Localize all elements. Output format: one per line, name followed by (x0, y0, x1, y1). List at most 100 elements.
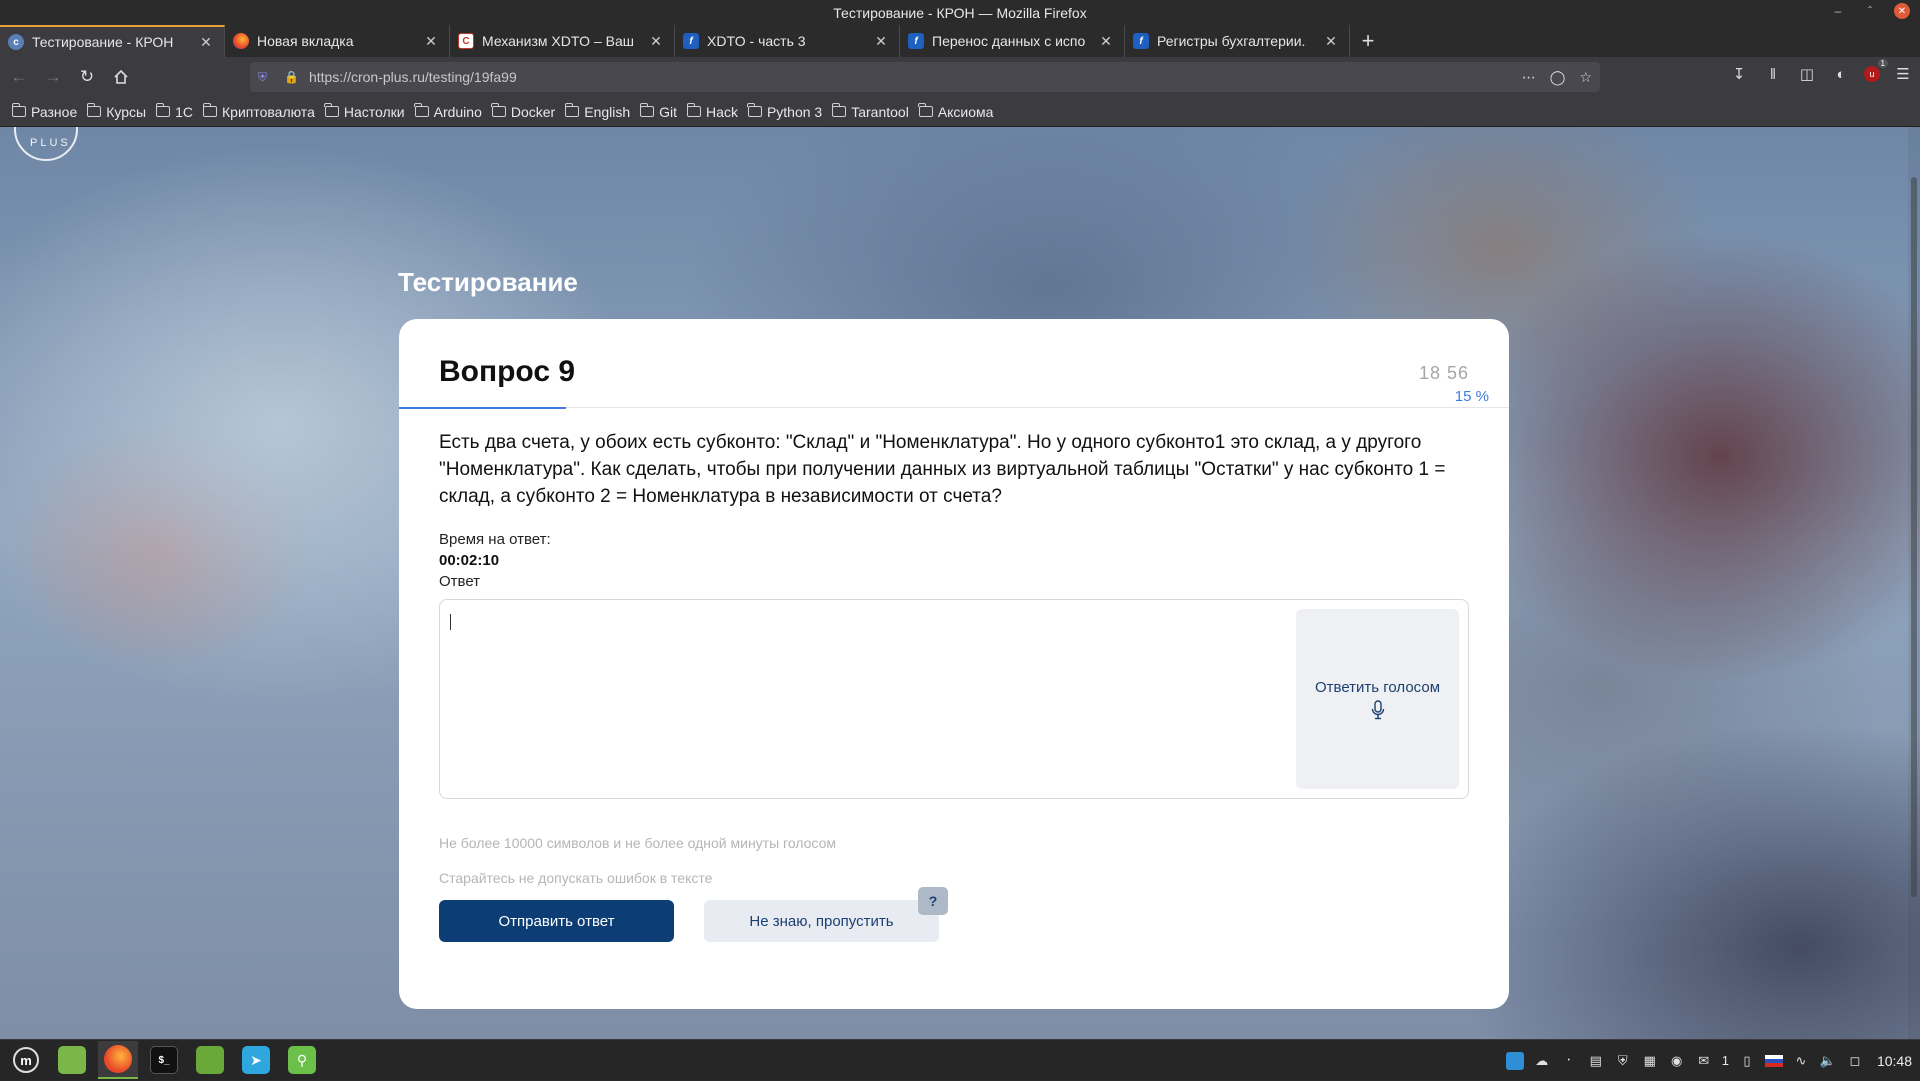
answer-textarea[interactable] (450, 608, 1290, 788)
bookmark-folder[interactable]: Docker (490, 103, 561, 120)
mint-menu-button[interactable]: m (6, 1041, 46, 1079)
update-manager-icon[interactable] (1505, 1051, 1524, 1070)
tab-label: Механизм XDTO – Ваш (482, 33, 634, 49)
spelling-hint: Старайтесь не допускать ошибок в тексте (439, 870, 713, 886)
tab-xdto-mechanism[interactable]: C Механизм XDTO – Ваш ✕ (450, 25, 675, 57)
tracking-shield-icon[interactable]: ⛨ (258, 70, 272, 84)
close-window-icon[interactable]: ✕ (1894, 3, 1910, 19)
menu-icon[interactable]: ☰ (1892, 63, 1914, 85)
pocket-icon[interactable]: ◯ (1550, 69, 1566, 86)
tab-accounting-registers[interactable]: f Регистры бухгалтерии. ✕ (1125, 25, 1350, 57)
navigation-toolbar: ← → ↻ ⛨ 🔒 https://cron-plus.ru/testing/1… (0, 57, 1920, 97)
forward-button[interactable]: → (38, 62, 68, 92)
extension-icon[interactable]: ◐ (1830, 63, 1852, 85)
skip-question-button[interactable]: Не знаю, пропустить (704, 900, 939, 942)
bookmark-folder[interactable]: Arduino (413, 103, 488, 120)
bookmark-label: Arduino (433, 103, 482, 120)
home-button[interactable] (106, 62, 136, 92)
clipboard-icon[interactable]: ▤ (1587, 1052, 1605, 1070)
bookmark-folder[interactable]: Python 3 (746, 103, 828, 120)
bookmark-folder[interactable]: 1С (154, 103, 199, 120)
close-tab-icon[interactable]: ✕ (1098, 33, 1114, 50)
url-text[interactable]: https://cron-plus.ru/testing/19fa99 (309, 69, 1508, 85)
system-taskbar: m $_ ➤ ⚲ ☁ ᛫ ▤ ⛨ ▦ ◉ ✉ 1 ▯ ∿ 🔈 ◻ 10:48 (0, 1039, 1920, 1080)
reload-button[interactable]: ↻ (72, 62, 102, 92)
kron-icon: c (8, 34, 24, 50)
library-icon[interactable]: ‖ (1762, 63, 1784, 85)
question-card: Вопрос 9 18 56 15 % Есть два счета, у об… (399, 319, 1509, 1009)
close-tab-icon[interactable]: ✕ (198, 34, 214, 51)
maximize-icon[interactable]: ˆ (1862, 3, 1878, 19)
sidebar-icon[interactable]: ◫ (1796, 63, 1818, 85)
bookmark-label: Аксиома (937, 103, 994, 120)
battery-icon[interactable]: ▯ (1738, 1052, 1756, 1070)
tab-strip: c Тестирование - КРОН ✕ Новая вкладка ✕ … (0, 25, 1920, 57)
microphone-icon (1371, 699, 1384, 719)
bluetooth-icon[interactable]: ᛫ (1560, 1052, 1578, 1070)
new-tab-button[interactable]: + (1350, 25, 1386, 57)
bookmark-folder[interactable]: Настолки (323, 103, 411, 120)
bookmark-label: Криптовалюта (222, 103, 315, 120)
keyboard-layout-flag-icon[interactable] (1764, 1054, 1783, 1067)
close-tab-icon[interactable]: ✕ (423, 33, 439, 50)
taskbar-telegram[interactable]: ➤ (236, 1041, 276, 1079)
bookmark-folder[interactable]: Криптовалюта (201, 103, 321, 120)
scrollbar-thumb[interactable] (1911, 177, 1917, 897)
tab-testing-kron[interactable]: c Тестирование - КРОН ✕ (0, 25, 225, 57)
help-button[interactable]: ? (918, 887, 948, 915)
taskbar-firefox[interactable] (98, 1041, 138, 1079)
firefox-icon (104, 1045, 132, 1073)
bookmark-folder[interactable]: Tarantool (830, 103, 915, 120)
taskbar-files[interactable] (52, 1041, 92, 1079)
bookmark-star-icon[interactable]: ☆ (1579, 69, 1592, 86)
page-scrollbar[interactable] (1908, 127, 1920, 1039)
bookmark-folder[interactable]: Git (638, 103, 683, 120)
arrow-right-icon: → (44, 67, 62, 86)
bookmark-folder[interactable]: Hack (685, 103, 744, 120)
voice-answer-button[interactable]: Ответить голосом (1296, 609, 1459, 789)
tab-new-tab[interactable]: Новая вкладка ✕ (225, 25, 450, 57)
back-button[interactable]: ← (4, 62, 34, 92)
bookmark-folder[interactable]: Курсы (85, 103, 152, 120)
ublock-icon[interactable]: u1 (1864, 59, 1888, 82)
downloads-icon[interactable]: ↧ (1728, 63, 1750, 85)
lock-icon[interactable]: 🔒 (284, 70, 299, 84)
volume-icon[interactable]: 🔈 (1819, 1052, 1837, 1070)
wifi-icon[interactable]: ∿ (1792, 1052, 1810, 1070)
notifications-icon[interactable]: ✉ (1695, 1052, 1713, 1070)
cloud-icon[interactable]: ☁ (1533, 1052, 1551, 1070)
submit-answer-button[interactable]: Отправить ответ (439, 900, 674, 942)
time-remaining: 18 56 (1418, 363, 1469, 383)
close-tab-icon[interactable]: ✕ (648, 33, 664, 50)
taskbar-keepass[interactable]: ⚲ (282, 1041, 322, 1079)
shield-icon[interactable]: ⛨ (1614, 1052, 1632, 1070)
address-bar[interactable]: ⛨ 🔒 https://cron-plus.ru/testing/19fa99 … (250, 62, 1600, 92)
power-icon[interactable]: ◻ (1846, 1052, 1864, 1070)
minimize-icon[interactable]: – (1830, 3, 1846, 19)
vpn-icon[interactable]: ▦ (1641, 1052, 1659, 1070)
folder-icon (11, 103, 26, 117)
bookmark-folder[interactable]: English (563, 103, 636, 120)
folder-icon (918, 103, 933, 117)
page-actions-icon[interactable]: ⋯ (1522, 69, 1536, 86)
bookmark-label: Настолки (343, 103, 405, 120)
bookmark-folder[interactable]: Разное (10, 103, 83, 120)
reload-icon: ↻ (79, 67, 95, 86)
tab-data-transfer[interactable]: f Перенос данных с испо ✕ (900, 25, 1125, 57)
folder-icon (639, 103, 655, 117)
taskbar-terminal[interactable]: $_ (144, 1041, 184, 1079)
files-icon (58, 1046, 86, 1074)
folder-icon (564, 103, 580, 117)
tab-xdto-part3[interactable]: f XDTO - часть 3 ✕ (675, 25, 900, 57)
bookmark-folder[interactable]: Аксиома (917, 103, 1000, 120)
close-tab-icon[interactable]: ✕ (1323, 33, 1339, 50)
answer-timer-label: Время на ответ: (439, 531, 551, 548)
progress-bar (399, 407, 1509, 409)
close-tab-icon[interactable]: ✕ (873, 33, 889, 50)
clock[interactable]: 10:48 (1877, 1053, 1912, 1069)
location-icon[interactable]: ◉ (1668, 1052, 1686, 1070)
question-title: Вопрос 9 (439, 355, 576, 388)
taskbar-folder[interactable] (190, 1041, 230, 1079)
site-logo[interactable]: PLUS (14, 127, 78, 161)
infostart-icon: f (683, 33, 699, 49)
